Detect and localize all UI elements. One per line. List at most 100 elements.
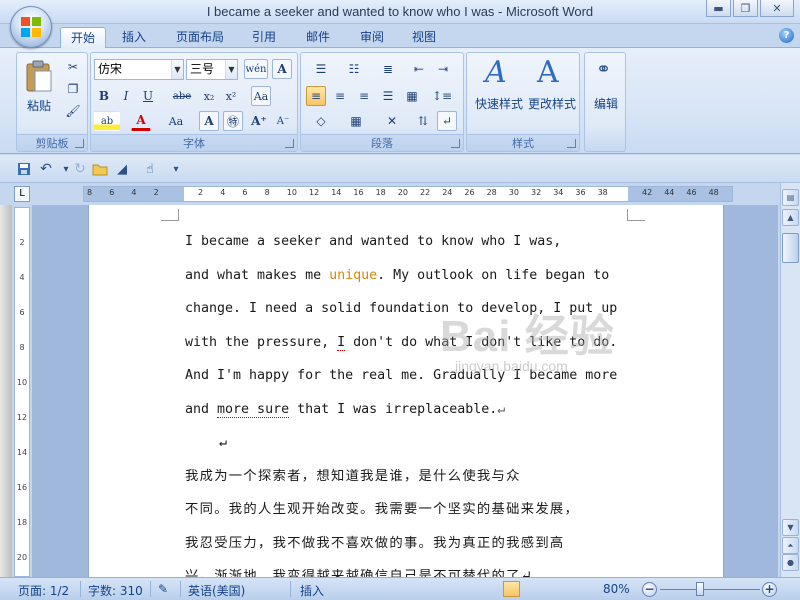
format-painter-icon[interactable]: 🖌 bbox=[63, 101, 83, 121]
word-count[interactable]: 字数: 310 bbox=[88, 582, 143, 599]
chevron-down-icon: ▼ bbox=[171, 60, 183, 79]
draw-table-icon[interactable]: ◢ bbox=[112, 160, 132, 178]
tab-selector[interactable]: L bbox=[14, 186, 30, 202]
restore-button[interactable]: ❐ bbox=[733, 0, 758, 17]
tab-home[interactable]: 开始 bbox=[60, 27, 107, 48]
sort-icon[interactable]: ⇅ bbox=[413, 111, 433, 131]
minimize-button[interactable]: ▬ bbox=[706, 0, 731, 17]
office-button[interactable] bbox=[10, 6, 52, 48]
zoom-out-button[interactable]: − bbox=[642, 582, 657, 597]
document-page[interactable]: I became a seeker and wanted to know who… bbox=[88, 205, 724, 584]
font-color-icon[interactable]: A bbox=[131, 111, 151, 131]
vruler-tick: 16 bbox=[16, 483, 28, 492]
strikethrough-button[interactable]: abe bbox=[169, 86, 195, 106]
styles-launcher-icon[interactable] bbox=[567, 139, 576, 148]
clear-formatting-icon[interactable]: Aa bbox=[251, 86, 271, 106]
align-center-button[interactable]: ≡ bbox=[330, 86, 350, 106]
proofing-icon[interactable]: ✎ bbox=[158, 582, 168, 596]
subscript-button[interactable]: x₂ bbox=[199, 86, 219, 106]
phonetic-guide-icon[interactable]: wén bbox=[244, 59, 268, 79]
zoom-level[interactable]: 80% bbox=[603, 582, 630, 596]
shrink-font-icon[interactable]: A⁻ bbox=[273, 111, 293, 131]
scroll-thumb[interactable] bbox=[782, 233, 799, 263]
grow-font-icon[interactable]: A⁺ bbox=[249, 111, 269, 131]
change-styles-button[interactable]: A 更改样式 bbox=[525, 55, 579, 123]
show-marks-icon[interactable]: ↵ bbox=[437, 111, 457, 131]
font-size-combo[interactable]: 三号 ▼ bbox=[186, 59, 238, 80]
close-button[interactable]: ✕ bbox=[760, 0, 794, 17]
highlight-icon[interactable]: ab bbox=[94, 111, 120, 131]
distributed-button[interactable]: ▦ bbox=[402, 86, 422, 106]
previous-page-button[interactable]: ⏶ bbox=[782, 537, 799, 554]
web-layout-icon[interactable] bbox=[541, 581, 558, 597]
document-body[interactable]: I became a seeker and wanted to know who… bbox=[185, 225, 635, 594]
ruler-tick: 28 bbox=[486, 188, 497, 197]
vertical-scrollbar[interactable]: ▤ ▲ ▼ ⏶ ● bbox=[780, 183, 800, 577]
tab-page-layout[interactable]: 页面布局 bbox=[166, 27, 234, 48]
vertical-ruler[interactable]: 2 4 6 8 10 12 14 16 18 20 bbox=[14, 207, 30, 577]
insert-mode-status[interactable]: 插入 bbox=[300, 582, 324, 599]
customize-qat-icon[interactable]: ▾ bbox=[166, 160, 186, 178]
italic-button[interactable]: I bbox=[116, 86, 136, 106]
full-screen-reading-icon[interactable] bbox=[522, 581, 539, 597]
zoom-in-button[interactable]: + bbox=[762, 582, 777, 597]
multilevel-list-icon[interactable]: ≣ bbox=[373, 59, 403, 79]
decrease-indent-icon[interactable]: ⇤ bbox=[409, 59, 429, 79]
save-icon[interactable] bbox=[14, 160, 34, 178]
superscript-button[interactable]: x² bbox=[221, 86, 241, 106]
tab-insert[interactable]: 插入 bbox=[112, 27, 156, 48]
chinese-layout-icon[interactable]: ✕ bbox=[377, 111, 407, 131]
text-run: I became a seeker and wanted to know who… bbox=[185, 234, 562, 249]
tab-view[interactable]: 视图 bbox=[402, 27, 446, 48]
font-name-combo[interactable]: 仿宋 ▼ bbox=[94, 59, 184, 80]
line-spacing-icon[interactable]: ↕≡ bbox=[427, 86, 457, 106]
open-folder-icon[interactable] bbox=[90, 160, 110, 178]
shading-icon[interactable]: ◇ bbox=[306, 111, 336, 131]
print-layout-view-icon[interactable] bbox=[503, 581, 520, 597]
quick-access-toolbar: ↶ ▾ ↻ ◢ ☝ ▾ bbox=[0, 155, 800, 183]
bullets-icon[interactable]: ☰ bbox=[306, 59, 336, 79]
char-border-icon[interactable]: A bbox=[272, 59, 292, 79]
font-launcher-icon[interactable] bbox=[285, 139, 294, 148]
undo-icon[interactable]: ↶ bbox=[36, 160, 56, 178]
ruler-toggle-icon[interactable]: ▤ bbox=[782, 189, 799, 206]
change-case-icon[interactable]: Aa bbox=[163, 111, 189, 131]
tab-review[interactable]: 审阅 bbox=[350, 27, 394, 48]
underline-button[interactable]: U bbox=[138, 86, 158, 106]
paragraph-launcher-icon[interactable] bbox=[451, 139, 460, 148]
bold-button[interactable]: B bbox=[94, 86, 114, 106]
clipboard-label: 剪贴板 bbox=[35, 137, 69, 150]
quick-styles-button[interactable]: A 快速样式 bbox=[471, 55, 527, 123]
tab-references[interactable]: 引用 bbox=[242, 27, 286, 48]
outline-view-icon[interactable] bbox=[560, 581, 577, 597]
zoom-slider-knob[interactable] bbox=[696, 582, 704, 596]
clipboard-launcher-icon[interactable] bbox=[75, 139, 84, 148]
paste-button[interactable]: 粘贴 bbox=[21, 57, 57, 117]
copy-icon[interactable]: ❐ bbox=[63, 79, 83, 99]
redo-icon[interactable]: ↻ bbox=[70, 160, 90, 178]
char-shading-icon[interactable]: A bbox=[199, 111, 219, 131]
cut-icon[interactable]: ✂ bbox=[63, 57, 83, 77]
language-status[interactable]: 英语(美国) bbox=[188, 582, 245, 599]
scroll-up-button[interactable]: ▲ bbox=[782, 209, 799, 226]
justify-button[interactable]: ☰ bbox=[378, 86, 398, 106]
title-bar: I became a seeker and wanted to know who… bbox=[0, 0, 800, 24]
align-left-button[interactable]: ≡ bbox=[306, 86, 326, 106]
help-icon[interactable]: ? bbox=[779, 28, 794, 43]
touch-mode-icon[interactable]: ☝ bbox=[140, 160, 160, 178]
zoom-slider-track[interactable] bbox=[660, 589, 760, 590]
ruler-tick: 32 bbox=[531, 188, 542, 197]
increase-indent-icon[interactable]: ⇥ bbox=[433, 59, 453, 79]
page-count[interactable]: 页面: 1/2 bbox=[18, 582, 69, 599]
scroll-down-button[interactable]: ▼ bbox=[782, 519, 799, 536]
borders-icon[interactable]: ▦ bbox=[341, 111, 371, 131]
numbering-icon[interactable]: ☷ bbox=[339, 59, 369, 79]
edit-button[interactable]: ⚭ 编辑 bbox=[587, 55, 625, 125]
align-right-button[interactable]: ≡ bbox=[354, 86, 374, 106]
styles-group: A 快速样式 A 更改样式 样式 bbox=[466, 52, 580, 152]
enclose-char-icon[interactable]: ㊕ bbox=[223, 111, 243, 131]
horizontal-ruler[interactable]: 8 6 4 2 2 4 6 8 10 12 14 16 18 20 22 24 26 28 30 32 34 36 38 42… bbox=[83, 186, 733, 202]
draft-view-icon[interactable] bbox=[579, 581, 596, 597]
browse-object-button[interactable]: ● bbox=[782, 554, 799, 571]
tab-mailings[interactable]: 邮件 bbox=[296, 27, 340, 48]
